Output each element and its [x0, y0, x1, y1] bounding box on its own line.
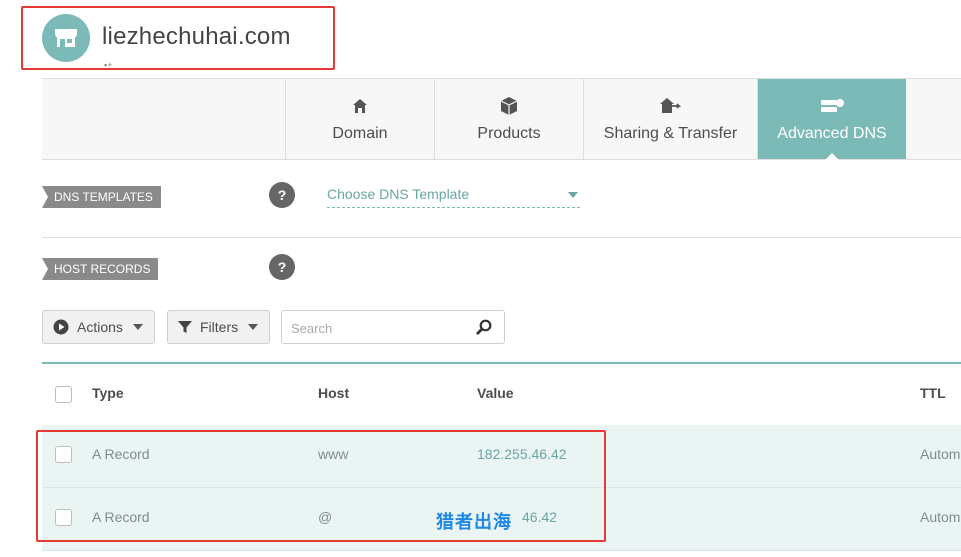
- tab-label: Domain: [332, 125, 388, 142]
- actions-button[interactable]: Actions: [42, 310, 155, 344]
- section-divider: [42, 237, 961, 238]
- tab-products[interactable]: Products: [434, 79, 583, 159]
- tab-label: Advanced DNS: [777, 125, 887, 142]
- tab-domain[interactable]: Domain: [285, 79, 434, 159]
- select-all-checkbox[interactable]: [55, 386, 72, 403]
- annotation-box-records: [36, 430, 606, 542]
- host-records-help-icon[interactable]: ?: [269, 254, 295, 280]
- box-icon: [499, 95, 519, 117]
- tab-sharing-transfer[interactable]: Sharing & Transfer: [583, 79, 757, 159]
- search-icon[interactable]: [476, 319, 492, 340]
- search-box: [281, 310, 505, 344]
- actions-label: Actions: [77, 319, 123, 335]
- filter-icon: [178, 320, 192, 334]
- dns-templates-help-icon[interactable]: ?: [269, 182, 295, 208]
- chevron-down-icon: [248, 324, 259, 330]
- filters-label: Filters: [200, 319, 239, 335]
- filters-button[interactable]: Filters: [167, 310, 270, 344]
- search-input[interactable]: [291, 318, 461, 338]
- chevron-down-icon: [568, 192, 578, 198]
- tab-advanced-dns[interactable]: Advanced DNS: [757, 79, 906, 160]
- domain-tabs: Domain Products Sharing & Transfer Advan…: [42, 78, 961, 160]
- home-icon: [352, 95, 368, 117]
- column-header-host[interactable]: Host: [318, 385, 349, 401]
- row-divider: [42, 550, 961, 551]
- dns-template-select[interactable]: Choose DNS Template: [327, 184, 580, 208]
- annotation-box-title: [21, 6, 335, 70]
- table-top-border: [42, 362, 961, 364]
- server-dns-icon: [819, 95, 845, 117]
- house-transfer-icon: [659, 95, 683, 117]
- host-records-label: HOST RECORDS: [42, 258, 159, 280]
- column-header-value[interactable]: Value: [477, 385, 514, 401]
- column-header-type[interactable]: Type: [92, 385, 124, 401]
- dns-templates-label: DNS TEMPLATES: [42, 186, 161, 208]
- record-ttl: Autom: [920, 446, 961, 462]
- record-ttl: Autom: [920, 509, 961, 525]
- tab-label: Products: [477, 125, 541, 142]
- play-circle-icon: [53, 319, 69, 335]
- column-header-ttl[interactable]: TTL: [920, 385, 946, 401]
- tab-label: Sharing & Transfer: [603, 125, 738, 142]
- chevron-down-icon: [132, 324, 143, 330]
- dns-template-select-value: Choose DNS Template: [327, 186, 470, 202]
